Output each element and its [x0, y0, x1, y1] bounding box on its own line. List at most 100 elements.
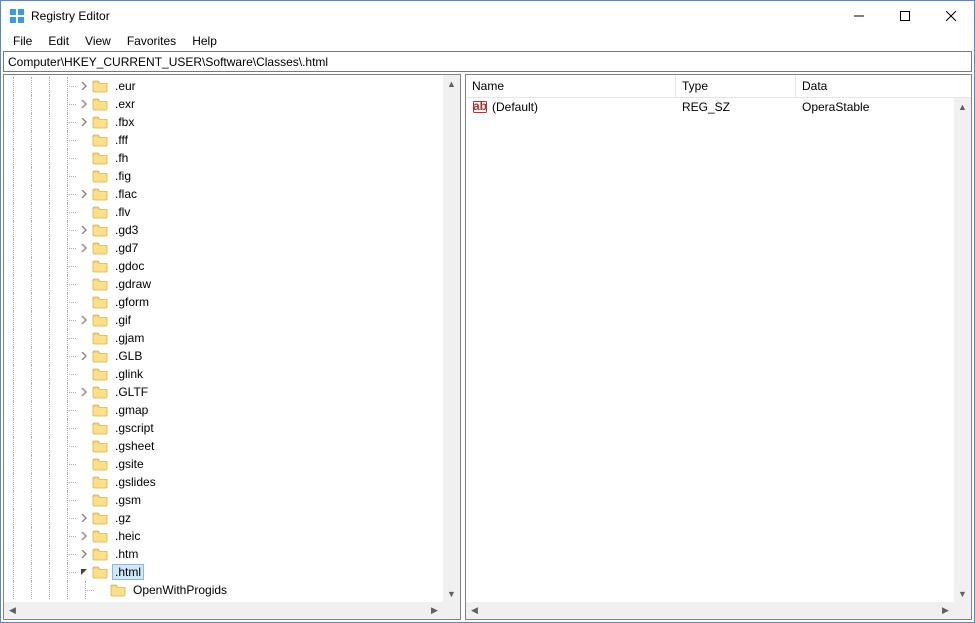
scroll-down-icon[interactable]: ▼ [443, 585, 460, 602]
tree-row[interactable]: .htm [4, 545, 443, 563]
menu-edit[interactable]: Edit [40, 32, 77, 50]
minimize-button[interactable] [836, 1, 882, 31]
tree-row[interactable]: .gjam [4, 329, 443, 347]
scroll-up-icon[interactable]: ▲ [954, 98, 971, 115]
tree-label[interactable]: .gz [112, 510, 134, 526]
tree-row[interactable]: .gform [4, 293, 443, 311]
chevron-right-icon[interactable] [76, 509, 92, 527]
tree-row[interactable]: .eur [4, 77, 443, 95]
menu-file[interactable]: File [5, 32, 40, 50]
tree-label[interactable]: .htm [112, 546, 141, 562]
chevron-right-icon[interactable] [76, 545, 92, 563]
scroll-up-icon[interactable]: ▲ [443, 75, 460, 92]
tree-row[interactable]: .gsite [4, 455, 443, 473]
tree-row[interactable]: .gsheet [4, 437, 443, 455]
tree-label[interactable]: .gjam [112, 330, 147, 346]
scroll-left-icon[interactable]: ◀ [466, 602, 483, 619]
tree-row[interactable]: .GLB [4, 347, 443, 365]
tree-label[interactable]: .fig [112, 168, 134, 184]
tree-label[interactable]: .exr [112, 96, 138, 112]
tree-row[interactable]: .fig [4, 167, 443, 185]
registry-tree[interactable]: .eur .exr .fbx .fff .fh .fig .flac .flv .gd3 .gd7… [4, 75, 443, 602]
close-button[interactable] [928, 1, 974, 31]
scroll-right-icon[interactable]: ▶ [937, 602, 954, 619]
scroll-down-icon[interactable]: ▼ [954, 585, 971, 602]
tree-label[interactable]: .flv [112, 204, 133, 220]
list-horizontal-scrollbar[interactable]: ◀ ▶ [466, 602, 954, 619]
address-input[interactable] [4, 54, 971, 70]
tree-row[interactable]: .gif [4, 311, 443, 329]
tree-row[interactable]: .gdoc [4, 257, 443, 275]
tree-row[interactable]: .fbx [4, 113, 443, 131]
tree-row[interactable]: .fh [4, 149, 443, 167]
tree-label[interactable]: .gslides [112, 474, 159, 490]
list-vertical-scrollbar[interactable]: ▲ ▼ [954, 98, 971, 602]
tree-row[interactable]: .GLTF [4, 383, 443, 401]
tree-row[interactable]: .exr [4, 95, 443, 113]
chevron-right-icon[interactable] [76, 239, 92, 257]
chevron-right-icon [76, 473, 92, 491]
tree-label[interactable]: .fh [112, 150, 131, 166]
tree-label[interactable]: .gdoc [112, 258, 147, 274]
tree-label[interactable]: .heic [112, 528, 143, 544]
tree-label[interactable]: .gscript [112, 420, 157, 436]
tree-label[interactable]: .glink [112, 366, 146, 382]
tree-row[interactable]: .gz [4, 509, 443, 527]
chevron-right-icon[interactable] [76, 221, 92, 239]
tree-label[interactable]: .gmap [112, 402, 151, 418]
tree-label[interactable]: .gsite [112, 456, 147, 472]
tree-label[interactable]: .gform [112, 294, 152, 310]
tree-label[interactable]: .gif [112, 312, 134, 328]
chevron-right-icon[interactable] [76, 185, 92, 203]
chevron-right-icon[interactable] [76, 383, 92, 401]
chevron-right-icon[interactable] [76, 95, 92, 113]
tree-vertical-scrollbar[interactable]: ▲ ▼ [443, 75, 460, 602]
tree-row[interactable]: .gscript [4, 419, 443, 437]
scroll-right-icon[interactable]: ▶ [426, 602, 443, 619]
column-header-name[interactable]: Name [466, 75, 676, 97]
tree-row[interactable]: .gd3 [4, 221, 443, 239]
tree-row[interactable]: OpenWithProgids [4, 581, 443, 599]
menu-favorites[interactable]: Favorites [119, 32, 184, 50]
tree-row[interactable]: .gslides [4, 473, 443, 491]
chevron-right-icon[interactable] [76, 113, 92, 131]
tree-label[interactable]: .eur [112, 78, 139, 94]
chevron-right-icon[interactable] [76, 77, 92, 95]
scroll-left-icon[interactable]: ◀ [4, 602, 21, 619]
tree-label[interactable]: .gsm [112, 492, 144, 508]
tree-row[interactable]: .flac [4, 185, 443, 203]
tree-row[interactable]: .gmap [4, 401, 443, 419]
tree-horizontal-scrollbar[interactable]: ◀ ▶ [4, 602, 443, 619]
tree-row[interactable]: .heic [4, 527, 443, 545]
tree-label[interactable]: .flac [112, 186, 140, 202]
tree-row[interactable]: .fff [4, 131, 443, 149]
tree-label[interactable]: .fff [112, 132, 131, 148]
tree-row[interactable]: .gdraw [4, 275, 443, 293]
tree-label[interactable]: OpenWithProgids [130, 582, 230, 598]
tree-label[interactable]: .gdraw [112, 276, 154, 292]
tree-label[interactable]: .GLB [112, 348, 145, 364]
tree-label[interactable]: .fbx [112, 114, 137, 130]
list-item[interactable]: ab (Default) REG_SZ OperaStable [466, 98, 954, 116]
column-header-type[interactable]: Type [676, 75, 796, 97]
tree-row[interactable]: .glink [4, 365, 443, 383]
tree-label[interactable]: .html [112, 564, 144, 580]
column-header-data[interactable]: Data [796, 75, 971, 97]
maximize-button[interactable] [882, 1, 928, 31]
menu-help[interactable]: Help [184, 32, 225, 50]
address-bar[interactable] [3, 51, 972, 72]
tree-row[interactable]: .flv [4, 203, 443, 221]
tree-label[interactable]: .GLTF [112, 384, 151, 400]
tree-row[interactable]: .gd7 [4, 239, 443, 257]
chevron-right-icon[interactable] [76, 311, 92, 329]
values-list[interactable]: ab (Default) REG_SZ OperaStable [466, 98, 954, 602]
tree-label[interactable]: .gd7 [112, 240, 141, 256]
tree-label[interactable]: .gd3 [112, 222, 141, 238]
tree-label[interactable]: .gsheet [112, 438, 157, 454]
tree-row[interactable]: .gsm [4, 491, 443, 509]
tree-row[interactable]: .html [4, 563, 443, 581]
menu-view[interactable]: View [77, 32, 119, 50]
chevron-right-icon[interactable] [76, 527, 92, 545]
chevron-right-icon[interactable] [76, 347, 92, 365]
chevron-down-icon[interactable] [76, 563, 92, 581]
